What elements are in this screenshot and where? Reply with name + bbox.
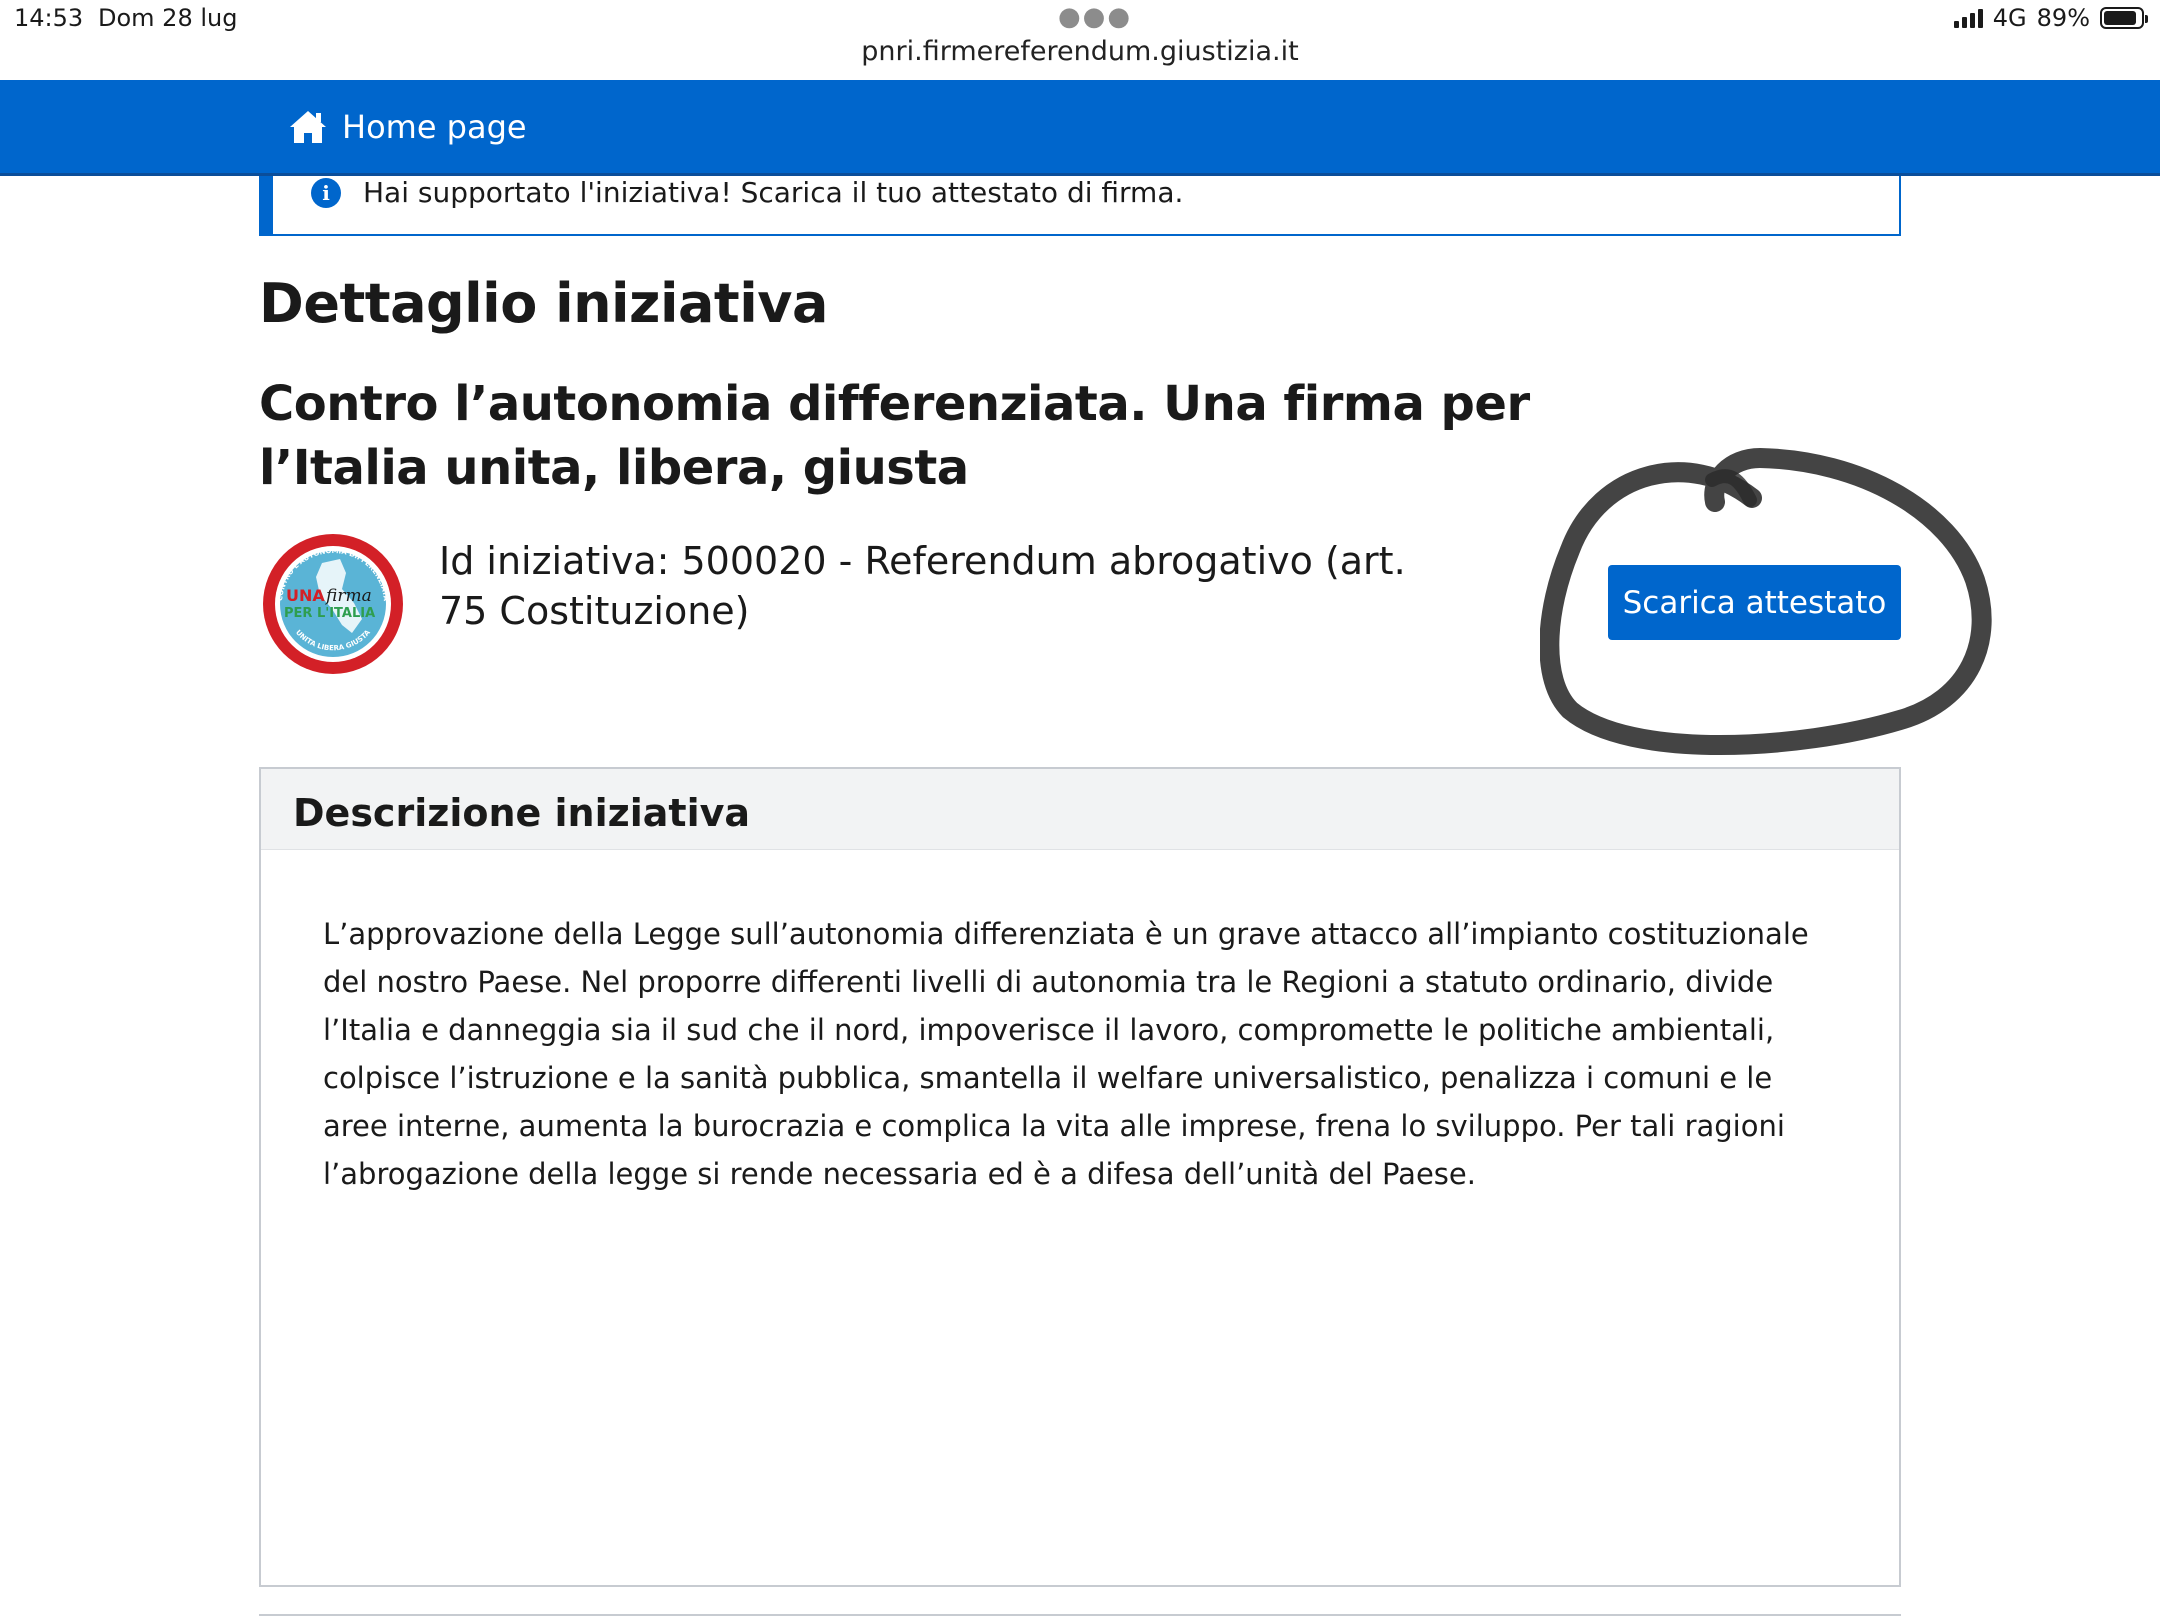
signal-icon: [1953, 8, 1983, 28]
status-bar: 14:53 Dom 28 lug ●●● 4G 89%: [0, 0, 2160, 40]
description-text: L’approvazione della Legge sull’autonomi…: [323, 917, 1809, 1191]
download-certificate-button[interactable]: Scarica attestato: [1608, 565, 1901, 640]
url-bar[interactable]: pnri.firmereferendum.giustizia.it: [0, 36, 2160, 67]
initiative-id: Id iniziativa: 500020 - Referendum abrog…: [439, 539, 1406, 633]
card-header: Descrizione iniziativa: [261, 769, 1899, 850]
battery-percent: 89%: [2036, 4, 2090, 32]
battery-fill: [2104, 11, 2137, 25]
initiative-title: Contro l’autonomia differenziata. Una fi…: [259, 376, 1530, 496]
status-right: 4G 89%: [1953, 4, 2148, 32]
page-title: Dettaglio iniziativa: [259, 272, 828, 335]
status-date: Dom 28 lug: [98, 4, 238, 32]
initiative-logo: CONTRO L'AUTONOMIA DIFFERENZIATA UNITA L…: [263, 534, 403, 674]
top-navigation: Home page: [0, 80, 2160, 176]
description-card: Descrizione iniziativa L’approvazione de…: [259, 767, 1901, 1587]
logo-per-italia: PER L'ITALIA: [284, 606, 375, 621]
success-alert: i Hai supportato l'iniziativa! Scarica i…: [259, 176, 1901, 236]
home-link[interactable]: Home page: [288, 108, 527, 146]
status-time: 14:53: [14, 4, 84, 32]
home-icon: [290, 111, 326, 143]
home-link-label: Home page: [342, 108, 527, 146]
logo-una: UNA: [286, 586, 325, 605]
description-title: Descrizione iniziativa: [293, 791, 751, 835]
logo-firma: firma: [324, 586, 372, 606]
next-card-edge: [259, 1614, 1901, 1616]
alert-text: Hai supportato l'iniziativa! Scarica il …: [363, 176, 1184, 209]
battery-icon: [2100, 7, 2148, 29]
network-type: 4G: [1992, 4, 2027, 32]
multitasking-dots-icon[interactable]: ●●●: [1058, 2, 1132, 32]
info-icon: i: [311, 178, 341, 208]
